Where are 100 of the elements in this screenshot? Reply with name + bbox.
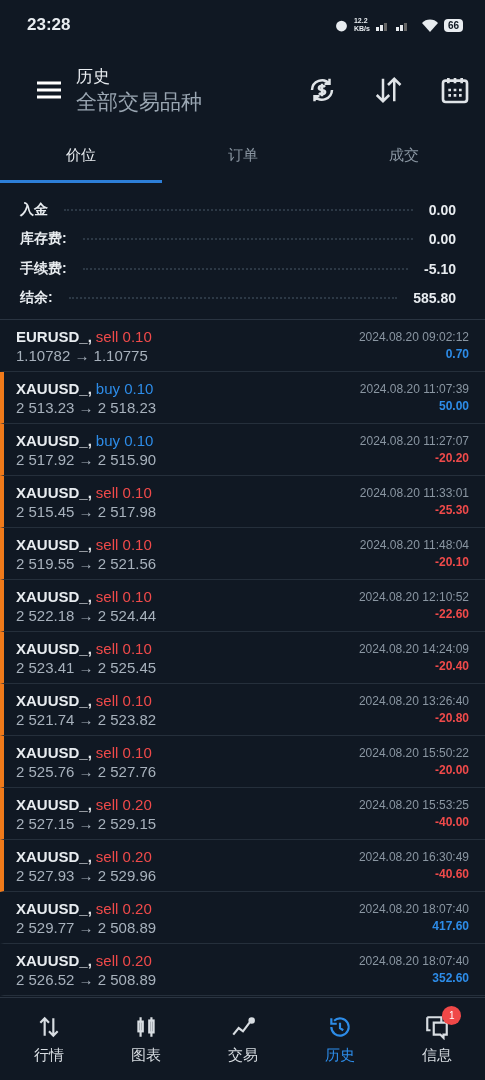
summary-value: 0.00 (428, 231, 456, 248)
trade-prices: 2 521.74 → 2 523.82 (16, 710, 158, 728)
trade-prices: 2 526.52 → 2 508.89 (16, 970, 158, 988)
trade-row[interactable]: XAUUSD_, sell 0.10 2 523.41 → 2 525.45 2024.08.20 14:24:09 -20.40 (0, 632, 485, 684)
trade-prices: 2 529.77 → 2 508.89 (16, 918, 158, 936)
trade-prices: 1.10782 → 1.10775 (16, 346, 149, 364)
trade-symbol: XAUUSD_, (16, 587, 92, 605)
trade-row[interactable]: XAUUSD_, sell 0.20 2 529.77 → 2 508.89 2024.08.20 18:07:40 417.60 (0, 892, 485, 944)
sort-button[interactable] (373, 75, 403, 105)
trade-side: sell 0.10 (95, 691, 152, 709)
trade-side: sell 0.20 (95, 847, 152, 865)
trade-row[interactable]: XAUUSD_, sell 0.10 2 522.18 → 2 524.44 2024.08.20 12:10:52 -22.60 (0, 580, 485, 632)
nav-tab[interactable]: 图表 (97, 998, 194, 1080)
trade-row[interactable]: XAUUSD_, sell 0.20 2 526.52 → 2 508.89 2024.08.20 18:07:40 352.60 (0, 944, 485, 996)
trade-side: sell 0.20 (95, 951, 152, 969)
trade-time: 2024.08.20 18:07:40 (358, 902, 469, 916)
wifi-icon (421, 18, 438, 32)
summary-label: 库存费: (20, 230, 67, 249)
trade-time: 2024.08.20 11:33:01 (359, 486, 469, 500)
symbol-filter[interactable]: 全部交易品种 (76, 87, 271, 116)
trade-time: 2024.08.20 14:24:09 (358, 642, 469, 656)
trade-row[interactable]: XAUUSD_, buy 0.10 2 513.23 → 2 518.23 2024.08.20 11:07:39 50.00 (0, 372, 485, 424)
trade-profit: -40.60 (434, 867, 469, 881)
trade-prices: 2 515.45 → 2 517.98 (16, 502, 158, 520)
tab[interactable]: 订单 (161, 130, 324, 183)
tab[interactable]: 成交 (323, 130, 485, 183)
trade-symbol: XAUUSD_, (16, 795, 92, 813)
tab[interactable]: 价位 (0, 130, 162, 183)
trade-symbol: EURUSD_, (16, 327, 92, 345)
trade-profit: -20.00 (434, 763, 469, 777)
menu-button[interactable] (36, 80, 62, 100)
nav-tab[interactable]: 交易 (194, 998, 291, 1080)
trade-symbol: XAUUSD_, (16, 743, 92, 761)
trade-side: buy 0.10 (95, 431, 154, 449)
trade-side: sell 0.10 (95, 587, 152, 605)
trade-row[interactable]: XAUUSD_, sell 0.10 2 515.45 → 2 517.98 2024.08.20 11:33:01 -25.30 (0, 476, 485, 528)
trade-time: 2024.08.20 15:53:25 (358, 798, 469, 812)
trade-symbol: XAUUSD_, (16, 535, 92, 553)
trade-row[interactable]: EURUSD_, sell 0.10 1.10782 → 1.10775 2024.08.20 09:02:12 0.70 (0, 320, 485, 372)
trade-symbol: XAUUSD_, (16, 483, 92, 501)
trade-profit: -40.00 (434, 815, 469, 829)
trade-symbol: XAUUSD_, (16, 899, 92, 917)
trade-side: sell 0.10 (95, 743, 152, 761)
trade-row[interactable]: XAUUSD_, sell 0.10 2 519.55 → 2 521.56 2024.08.20 11:48:04 -20.10 (0, 528, 485, 580)
trade-symbol: XAUUSD_, (16, 951, 92, 969)
nav-tab[interactable]: 行情 (0, 998, 97, 1080)
trade-time: 2024.08.20 15:50:22 (358, 746, 469, 760)
trade-profit: 417.60 (432, 919, 469, 933)
trade-prices: 2 513.23 → 2 518.23 (16, 398, 158, 416)
trade-prices: 2 522.18 → 2 524.44 (16, 606, 158, 624)
trade-row[interactable]: XAUUSD_, sell 0.10 2 521.74 → 2 523.82 2024.08.20 13:26:40 -20.80 (0, 684, 485, 736)
trade-row[interactable]: XAUUSD_, sell 0.20 2 527.15 → 2 529.15 2024.08.20 15:53:25 -40.00 (0, 788, 485, 840)
trade-profit: -20.80 (434, 711, 469, 725)
trade-prices: 2 519.55 → 2 521.56 (16, 554, 158, 572)
trade-time: 2024.08.20 11:48:04 (359, 538, 469, 552)
trade-time: 2024.08.20 16:30:49 (358, 850, 469, 864)
trade-profit: -22.60 (434, 607, 469, 621)
trade-row[interactable]: XAUUSD_, sell 0.10 2 525.76 → 2 527.76 2024.08.20 15:50:22 -20.00 (0, 736, 485, 788)
trade-prices: 2 525.76 → 2 527.76 (16, 762, 158, 780)
trade-side: buy 0.10 (95, 379, 154, 397)
trade-profit: -25.30 (434, 503, 469, 517)
trade-profit: 50.00 (438, 399, 469, 413)
trade-prices: 2 527.93 → 2 529.96 (16, 866, 158, 884)
trade-symbol: XAUUSD_, (16, 847, 92, 865)
trade-symbol: XAUUSD_, (16, 379, 92, 397)
trade-side: sell 0.20 (95, 899, 152, 917)
trade-row[interactable]: XAUUSD_, sell 0.20 2 527.93 → 2 529.96 2024.08.20 16:30:49 -40.60 (0, 840, 485, 892)
trade-profit: -20.10 (434, 555, 469, 569)
trade-prices: 2 517.92 → 2 515.90 (16, 450, 158, 468)
trade-time: 2024.08.20 09:02:12 (358, 330, 469, 344)
chat-icon (423, 1013, 450, 1040)
summary-label: 结余: (20, 289, 53, 308)
page-title: 历史 (76, 65, 111, 88)
notification-badge: 1 (442, 1006, 462, 1025)
battery-level: 66 (443, 18, 463, 32)
trade-profit: 352.60 (432, 971, 469, 985)
trade-profit: -20.20 (434, 451, 469, 465)
nav-tab[interactable]: 信息 1 (388, 998, 485, 1080)
summary-label: 入金 (20, 200, 48, 219)
trade-symbol: XAUUSD_, (16, 639, 92, 657)
trade-profit: -20.40 (434, 659, 469, 673)
status-time: 23:28 (27, 15, 71, 35)
trade-side: sell 0.10 (95, 327, 152, 345)
trade-time: 2024.08.20 18:07:40 (358, 954, 469, 968)
nav-tab[interactable]: 历史 (291, 998, 388, 1080)
trade-time: 2024.08.20 13:26:40 (358, 694, 469, 708)
trade-time: 2024.08.20 11:07:39 (359, 382, 469, 396)
summary-value: -5.10 (424, 260, 456, 277)
trade-symbol: XAUUSD_, (16, 431, 92, 449)
trade-side: sell 0.10 (95, 483, 152, 501)
trade-profit: 0.70 (445, 347, 469, 361)
trade-side: sell 0.10 (95, 535, 152, 553)
trade-side: sell 0.10 (95, 639, 152, 657)
trade-side: sell 0.20 (95, 795, 152, 813)
trade-row[interactable]: XAUUSD_, buy 0.10 2 517.92 → 2 515.90 2024.08.20 11:27:07 -20.20 (0, 424, 485, 476)
trade-time: 2024.08.20 11:27:07 (359, 434, 469, 448)
trade-prices: 2 523.41 → 2 525.45 (16, 658, 158, 676)
trade-time: 2024.08.20 12:10:52 (358, 590, 469, 604)
summary-label: 手续费: (20, 259, 67, 278)
trade-symbol: XAUUSD_, (16, 691, 92, 709)
